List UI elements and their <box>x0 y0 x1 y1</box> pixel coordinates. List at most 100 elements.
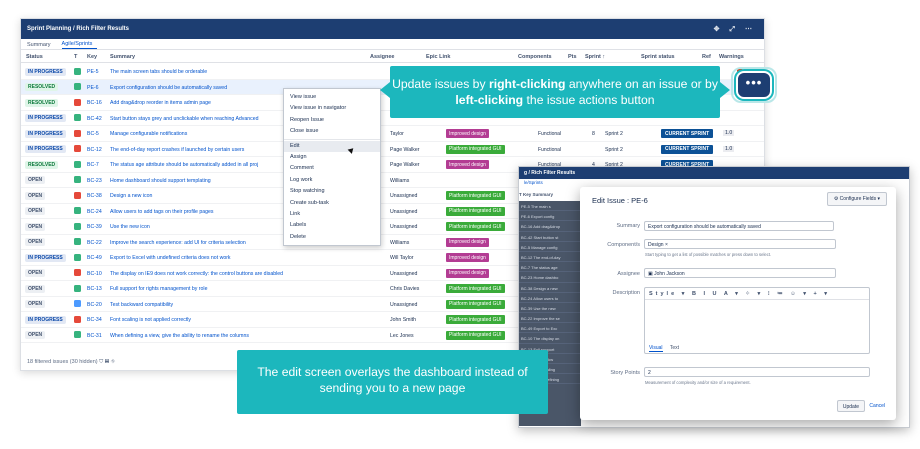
issue-key[interactable]: PE-5 <box>87 69 99 75</box>
col-status[interactable]: Status <box>26 54 43 60</box>
issue-context-menu: View issue View issue in navigator Reopen … <box>283 88 381 246</box>
col-pts[interactable]: Pts <box>568 54 577 60</box>
issue-key[interactable]: BC-5 <box>87 131 99 137</box>
issue-summary[interactable]: Full support for rights management by ro… <box>110 286 355 292</box>
context-menu-item[interactable]: Create sub-task <box>284 198 380 209</box>
context-menu-item[interactable]: Labels <box>284 220 380 231</box>
issue-summary[interactable]: Font scaling is not applied correctly <box>110 317 355 323</box>
epic-label[interactable]: Improved design <box>446 129 489 138</box>
tab-visual[interactable]: Visual <box>649 345 663 352</box>
tab-summary[interactable]: Summary <box>27 42 56 49</box>
assignee-field[interactable]: ▣ John Jackson <box>644 268 836 278</box>
col-type[interactable]: T <box>74 54 77 60</box>
issue-key[interactable]: BC-12 <box>87 147 102 153</box>
background-row: PE-5 The main s <box>519 201 581 212</box>
epic-label[interactable]: Platform integrated GUI <box>446 284 505 293</box>
col-assignee[interactable]: Assignee <box>370 54 394 60</box>
description-editor[interactable]: Style ▾ B I U A ▾ ⁘ ▾ ⁝ ≔ ☺ ▾ + ▾ Visual… <box>644 287 870 354</box>
issue-summary[interactable]: The display on IE9 does not work correct… <box>110 271 355 277</box>
update-button[interactable]: Update <box>836 400 865 412</box>
col-summary[interactable]: Summary <box>110 54 135 60</box>
issue-summary[interactable]: Test backward compatibility <box>110 302 355 308</box>
configure-fields-button[interactable]: ⚙ Configure Fields ▾ <box>826 192 887 206</box>
summary-field[interactable]: Export configuration should be automatic… <box>644 221 834 231</box>
status-badge: OPEN <box>25 222 46 231</box>
window-controls-icon[interactable]: ✥ ⤢ ⋯ <box>714 25 756 34</box>
col-sprint[interactable]: Sprint ↑ <box>585 54 605 60</box>
cancel-link[interactable]: Cancel <box>869 403 885 409</box>
col-ref[interactable]: Ref <box>702 54 711 60</box>
col-epic[interactable]: Epic Link <box>426 54 450 60</box>
editor-toolbar[interactable]: Style ▾ B I U A ▾ ⁘ ▾ ⁝ ≔ ☺ ▾ + ▾ <box>645 288 869 300</box>
col-key[interactable]: Key <box>87 54 97 60</box>
issue-key[interactable]: BC-39 <box>87 224 102 230</box>
context-menu-item[interactable]: Log work <box>284 175 380 186</box>
epic-label[interactable]: Platform integrated GUI <box>446 206 505 216</box>
issue-actions-button[interactable]: ••• <box>736 71 772 99</box>
callout-text-2: right-clicking <box>488 77 566 91</box>
issue-key[interactable]: BC-24 <box>87 209 102 215</box>
epic-label[interactable]: Improved design <box>446 160 489 169</box>
issue-key[interactable]: BC-38 <box>87 193 102 199</box>
story-type-icon <box>74 176 81 183</box>
issue-key[interactable]: BC-20 <box>87 302 102 308</box>
issue-key[interactable]: BC-49 <box>87 255 102 261</box>
epic-label[interactable]: Platform integrated GUI <box>446 191 505 200</box>
status-badge: OPEN <box>25 300 46 308</box>
context-menu-item[interactable]: Close issue <box>284 126 380 137</box>
epic-label[interactable]: Platform integrated GUI <box>446 315 505 324</box>
epic-label[interactable]: Improved design <box>446 237 489 247</box>
issue-key[interactable]: PE-6 <box>87 85 99 91</box>
epic-label[interactable]: Platform integrated GUI <box>446 299 505 309</box>
callout-edit-overlay: The edit screen overlays the dashboard i… <box>237 350 548 414</box>
context-menu-item[interactable]: Stop watching <box>284 186 380 197</box>
tab-text[interactable]: Text <box>670 345 679 351</box>
epic-label[interactable]: Platform integrated GUI <box>446 222 505 231</box>
issue-summary[interactable]: When defining a view, give the ability t… <box>110 333 355 339</box>
issue-key[interactable]: BC-16 <box>87 100 102 106</box>
status-badge: IN PROGRESS <box>25 67 66 76</box>
col-components[interactable]: Components <box>518 54 552 60</box>
component-chip[interactable]: Design × <box>648 242 668 248</box>
status-badge: OPEN <box>25 238 46 246</box>
component-hint: Start typing to get a list of possible m… <box>645 252 772 257</box>
issue-summary[interactable]: Export to Excel with undefined criteria … <box>110 255 355 261</box>
table-row[interactable]: IN PROGRESS BC-5 Manage configurable notif… <box>21 126 764 142</box>
col-warnings[interactable]: Warnings <box>719 54 744 60</box>
context-menu-item[interactable]: Reopen Issue <box>284 115 380 126</box>
footer-icons[interactable]: ⛉ ▤ ⛗ <box>99 359 115 365</box>
background-row: BC-5 Manage config <box>519 242 581 252</box>
col-sprint-status[interactable]: Sprint status <box>641 54 675 60</box>
epic-label[interactable]: Improved design <box>446 253 489 262</box>
assignee: Unassigned <box>390 270 418 277</box>
assignee: Lec Jones <box>390 332 414 339</box>
story-points-field[interactable]: 2 <box>644 367 870 377</box>
context-menu-item[interactable]: Link <box>284 209 380 220</box>
context-menu-item[interactable]: Comment <box>284 163 380 174</box>
sprint-status-badge: CURRENT SPRINT <box>661 144 714 154</box>
issue-key[interactable]: BC-31 <box>87 333 102 339</box>
component-field[interactable]: Design × <box>644 239 836 249</box>
issue-key[interactable]: BC-7 <box>87 162 99 168</box>
context-menu-item[interactable]: Assign <box>284 152 380 163</box>
background-row: BC-7 The status age <box>519 262 581 273</box>
issue-key[interactable]: BC-22 <box>87 240 102 246</box>
issue-key[interactable]: BC-10 <box>87 271 102 277</box>
issue-key[interactable]: BC-42 <box>87 116 102 122</box>
tab-agile-sprints[interactable]: Agile/Sprints <box>61 41 98 49</box>
background-row: BC-38 Design a new <box>519 283 581 293</box>
issue-key[interactable]: BC-13 <box>87 286 102 292</box>
context-menu-item[interactable]: Delete <box>284 232 380 243</box>
epic-label[interactable]: Improved design <box>446 268 489 278</box>
table-row[interactable]: IN PROGRESS BC-12 The end-of-day report cr… <box>21 142 764 157</box>
context-menu-item[interactable]: View issue in navigator <box>284 103 380 114</box>
story-type-icon <box>74 83 81 90</box>
issue-key[interactable]: BC-23 <box>87 178 102 184</box>
issue-key[interactable]: BC-34 <box>87 317 102 323</box>
issue-summary[interactable]: The main screen tabs should be orderable <box>110 69 355 75</box>
status-badge: RESOLVED <box>25 160 59 169</box>
epic-label[interactable]: Platform integrated GUI <box>446 144 505 154</box>
context-menu-item[interactable]: Edit <box>284 140 380 152</box>
context-menu-item[interactable]: View issue <box>284 92 380 103</box>
epic-label[interactable]: Platform integrated GUI <box>446 330 505 340</box>
